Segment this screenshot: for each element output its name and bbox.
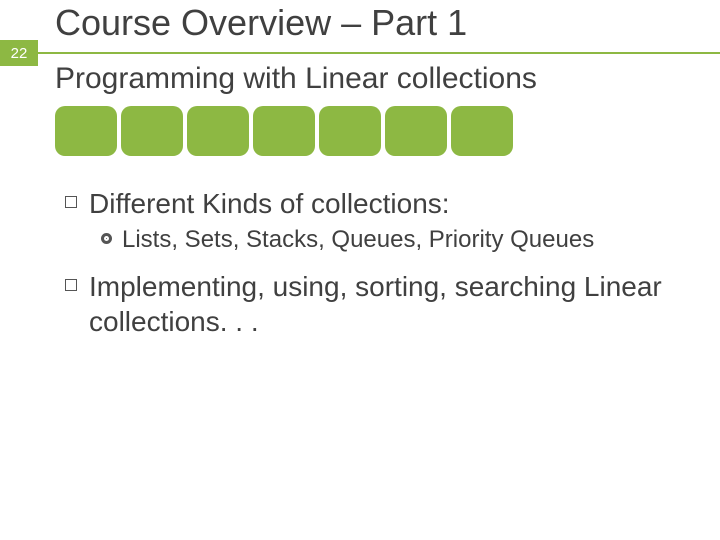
collection-cell — [55, 106, 117, 156]
collection-cell — [385, 106, 447, 156]
slide-body: Programming with Linear collections Diff… — [55, 62, 690, 343]
bullet-level1: Different Kinds of collections: — [65, 186, 690, 221]
slide-subtitle: Programming with Linear collections — [55, 62, 690, 96]
collection-cell — [319, 106, 381, 156]
slide: Course Overview – Part 1 22 Programming … — [0, 0, 720, 540]
collection-cell — [187, 106, 249, 156]
slide-title: Course Overview – Part 1 — [55, 2, 467, 44]
bullet-level2: Lists, Sets, Stacks, Queues, Priority Qu… — [101, 225, 690, 255]
target-bullet-icon — [101, 233, 112, 244]
collection-cell — [121, 106, 183, 156]
page-number-badge: 22 — [0, 40, 38, 66]
collection-cell — [253, 106, 315, 156]
square-bullet-icon — [65, 196, 77, 208]
bullet-level1: Implementing, using, sorting, searching … — [65, 269, 690, 339]
bullet-text: Implementing, using, sorting, searching … — [89, 269, 690, 339]
title-underline — [38, 52, 720, 54]
square-bullet-icon — [65, 279, 77, 291]
linear-collection-diagram — [55, 106, 690, 156]
bullet-text: Different Kinds of collections: — [89, 186, 450, 221]
collection-cell — [451, 106, 513, 156]
bullet-text: Lists, Sets, Stacks, Queues, Priority Qu… — [122, 225, 594, 255]
